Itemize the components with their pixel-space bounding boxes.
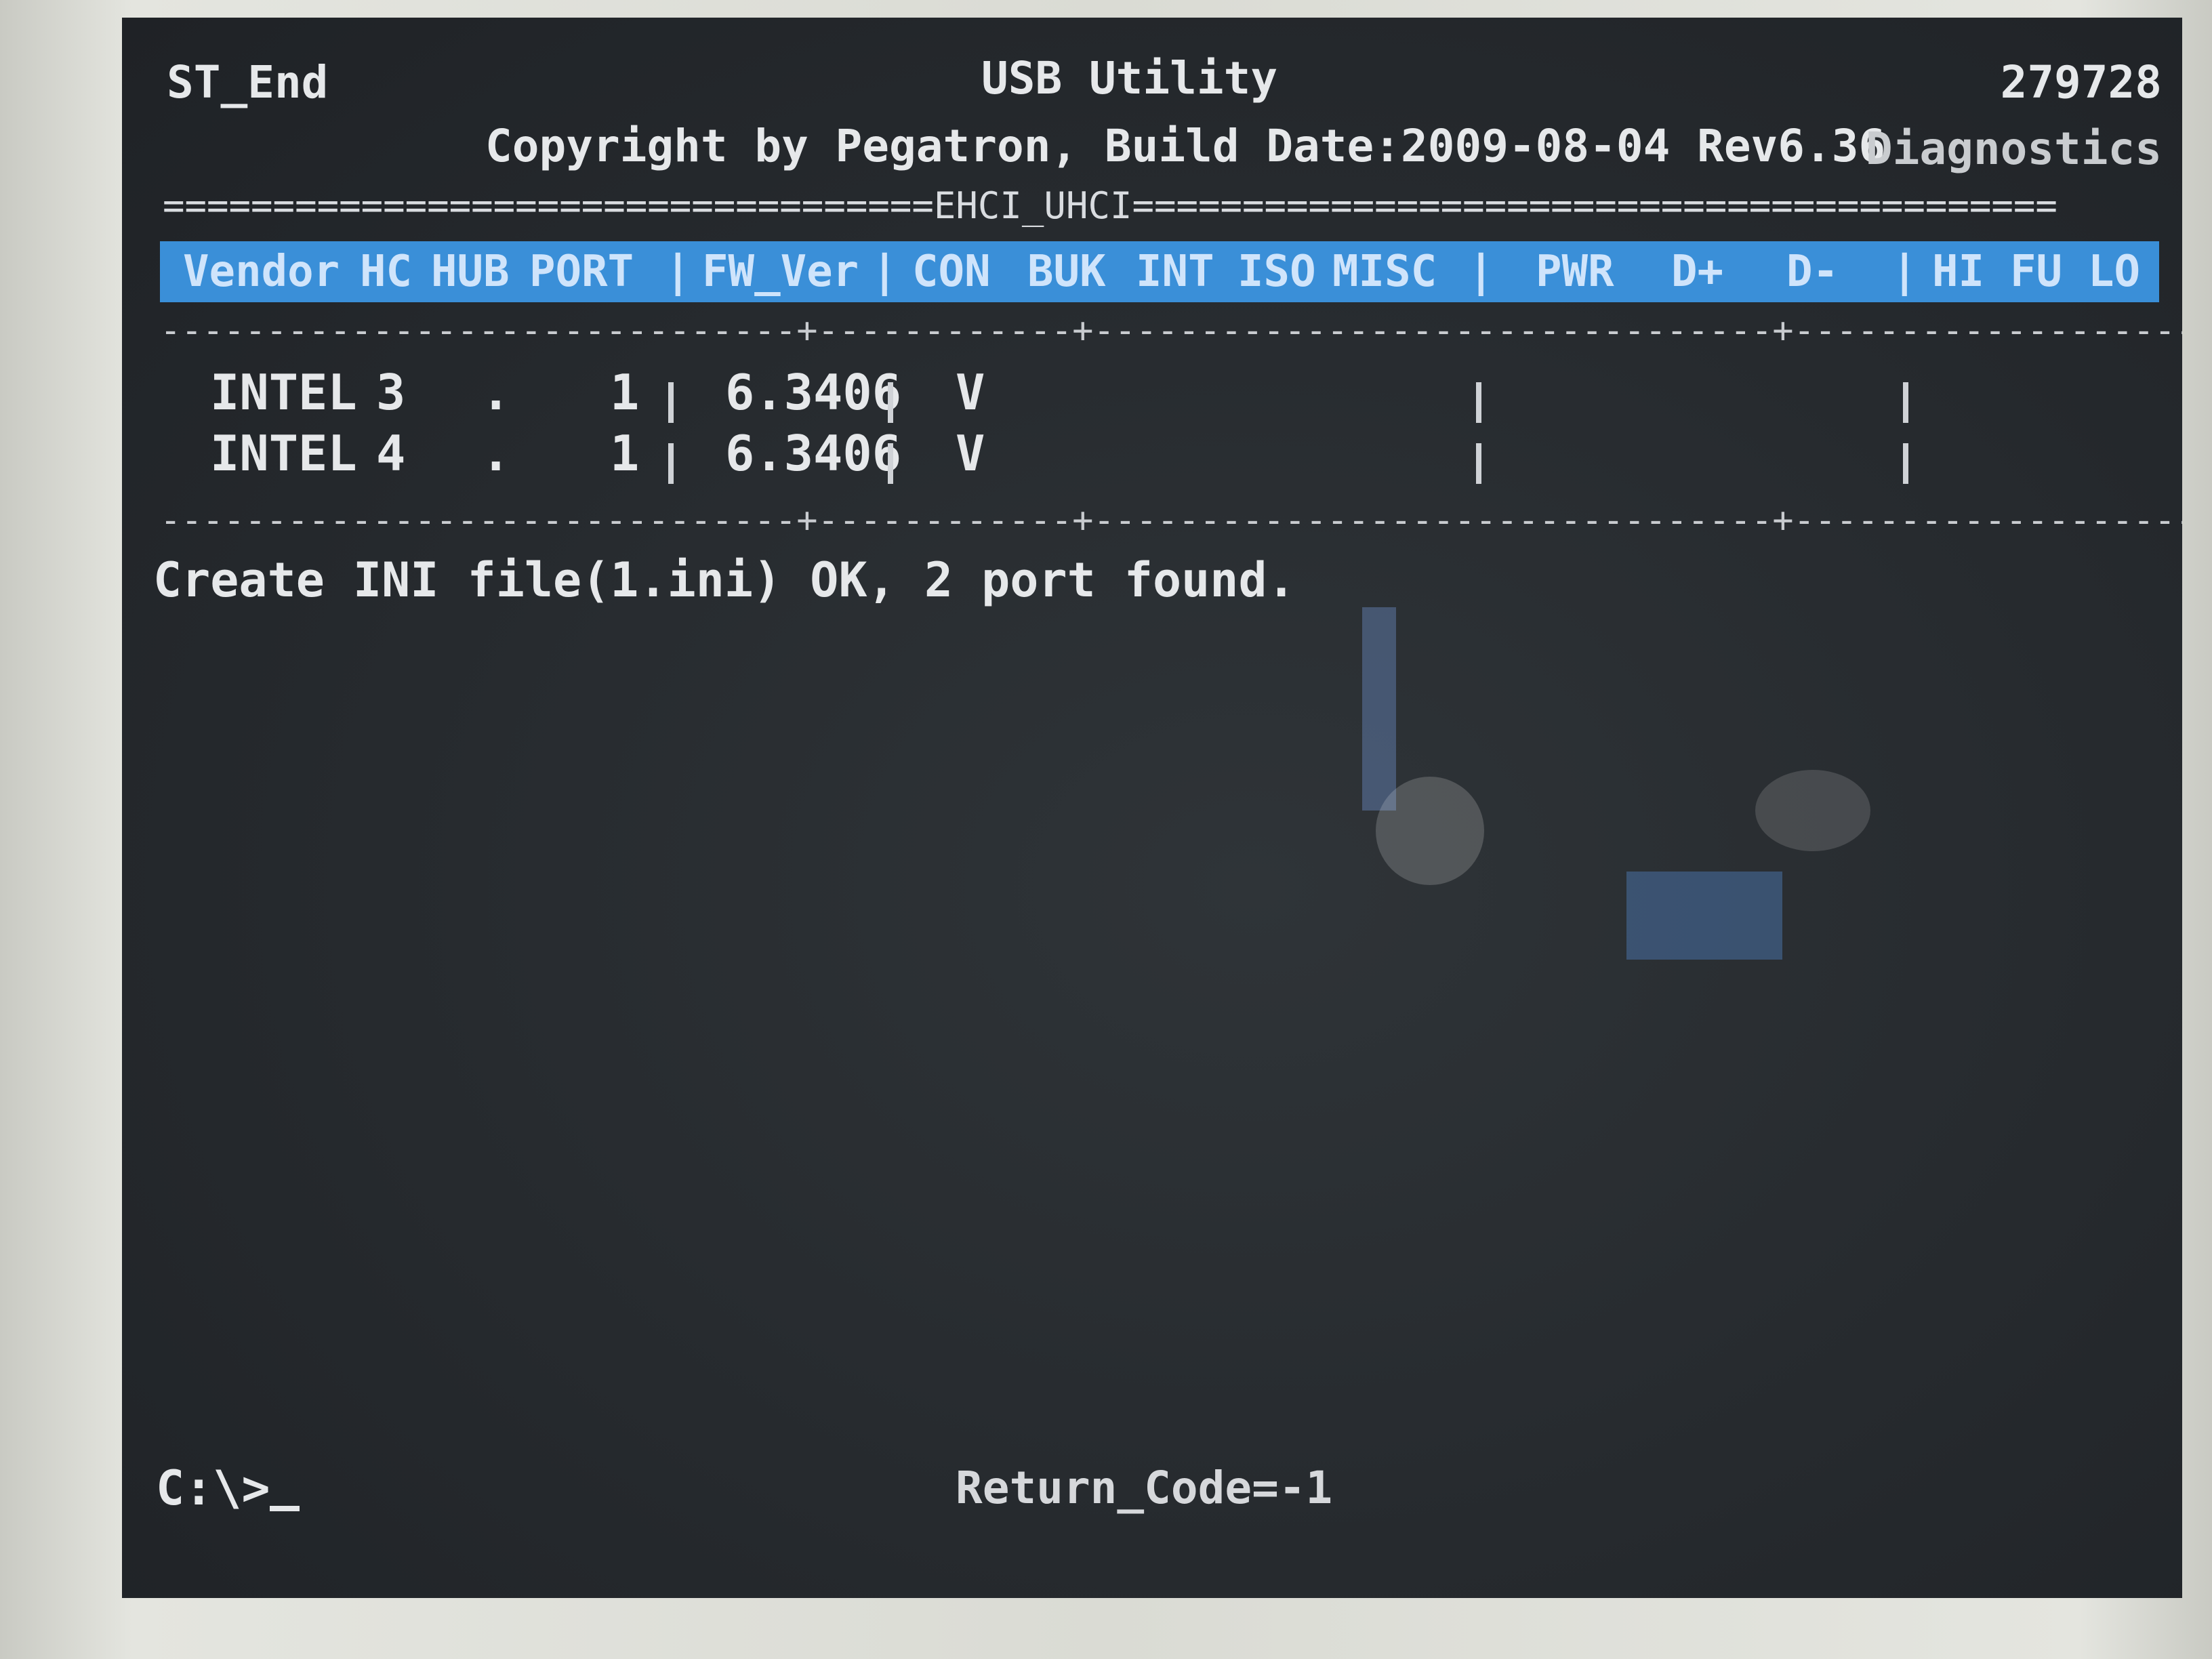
cell-fw-ver: 6.3406 bbox=[725, 425, 902, 482]
cell-fw-ver: 6.3406 bbox=[725, 364, 902, 421]
column-header-fu: FU bbox=[2010, 247, 2063, 297]
column-divider bbox=[1476, 443, 1481, 484]
table-bottom-rule: ------------------------------+---------… bbox=[160, 500, 2182, 541]
column-header-divider: | bbox=[872, 247, 898, 297]
column-header-divider: | bbox=[1891, 247, 1918, 297]
column-header-vendor: Vendor bbox=[183, 247, 340, 297]
table-row: INTEL 4 . 1 6.3406 V bbox=[210, 424, 2108, 485]
column-header-port: PORT bbox=[529, 247, 634, 297]
cell-hub: . bbox=[481, 425, 511, 482]
column-header-divider: | bbox=[665, 247, 691, 297]
column-divider bbox=[1903, 382, 1908, 423]
column-header-buk: BUK bbox=[1027, 247, 1106, 297]
column-header-dplus: D+ bbox=[1671, 247, 1724, 297]
column-divider bbox=[888, 382, 893, 423]
column-divider bbox=[668, 382, 674, 423]
column-header-lo: LO bbox=[2088, 247, 2141, 297]
cell-hub: . bbox=[481, 364, 511, 421]
cell-hc: 4 bbox=[376, 425, 406, 482]
status-message: Create INI file(1.ini) OK, 2 port found. bbox=[153, 552, 1296, 608]
column-header-pwr: PWR bbox=[1536, 247, 1614, 297]
column-divider bbox=[1903, 443, 1908, 484]
column-divider bbox=[1476, 382, 1481, 423]
screen-reflection bbox=[1626, 872, 1782, 960]
text-cursor bbox=[270, 1506, 300, 1511]
section-separator: ===================================EHCI_… bbox=[163, 184, 2057, 227]
column-header-bar: Vendor HC HUB PORT | FW_Ver | CON BUK IN… bbox=[160, 241, 2159, 302]
cell-vendor: INTEL bbox=[210, 425, 357, 482]
terminal-screen: ST_End USB Utility 279728 Copyright by P… bbox=[122, 18, 2182, 1598]
test-stage-label: ST_End bbox=[167, 56, 329, 108]
table-row: INTEL 3 . 1 6.3406 V bbox=[210, 363, 2108, 424]
screen-reflection bbox=[1362, 607, 1396, 811]
cell-hc: 3 bbox=[376, 364, 406, 421]
cell-port: 1 bbox=[610, 425, 640, 482]
column-header-int: INT bbox=[1136, 247, 1214, 297]
copyright-line: Copyright by Pegatron, Build Date:2009-0… bbox=[485, 120, 1886, 172]
column-header-fw-ver: FW_Ver bbox=[702, 247, 859, 297]
column-header-dminus: D- bbox=[1786, 247, 1839, 297]
column-header-iso: ISO bbox=[1237, 247, 1316, 297]
screen-glare bbox=[1755, 770, 1870, 851]
column-header-hc: HC bbox=[360, 247, 413, 297]
screen-glare bbox=[1376, 777, 1484, 885]
column-header-misc: MISC bbox=[1332, 247, 1437, 297]
command-prompt[interactable]: C:\> bbox=[156, 1461, 270, 1515]
cell-vendor: INTEL bbox=[210, 364, 357, 421]
column-header-hi: HI bbox=[1932, 247, 1985, 297]
column-header-con: CON bbox=[912, 247, 991, 297]
column-divider bbox=[668, 443, 674, 484]
table-top-rule: ------------------------------+---------… bbox=[160, 310, 2182, 351]
column-header-hub: HUB bbox=[431, 247, 510, 297]
app-title: USB Utility bbox=[981, 52, 1278, 104]
cell-port: 1 bbox=[610, 364, 640, 421]
mode-label: Diagnostics bbox=[1865, 123, 2162, 175]
return-code: Return_Code=-1 bbox=[956, 1462, 1333, 1514]
cell-con: V bbox=[956, 425, 985, 482]
column-divider bbox=[888, 443, 893, 484]
column-header-divider: | bbox=[1468, 247, 1494, 297]
cell-con: V bbox=[956, 364, 985, 421]
build-number: 279728 bbox=[2000, 56, 2162, 108]
